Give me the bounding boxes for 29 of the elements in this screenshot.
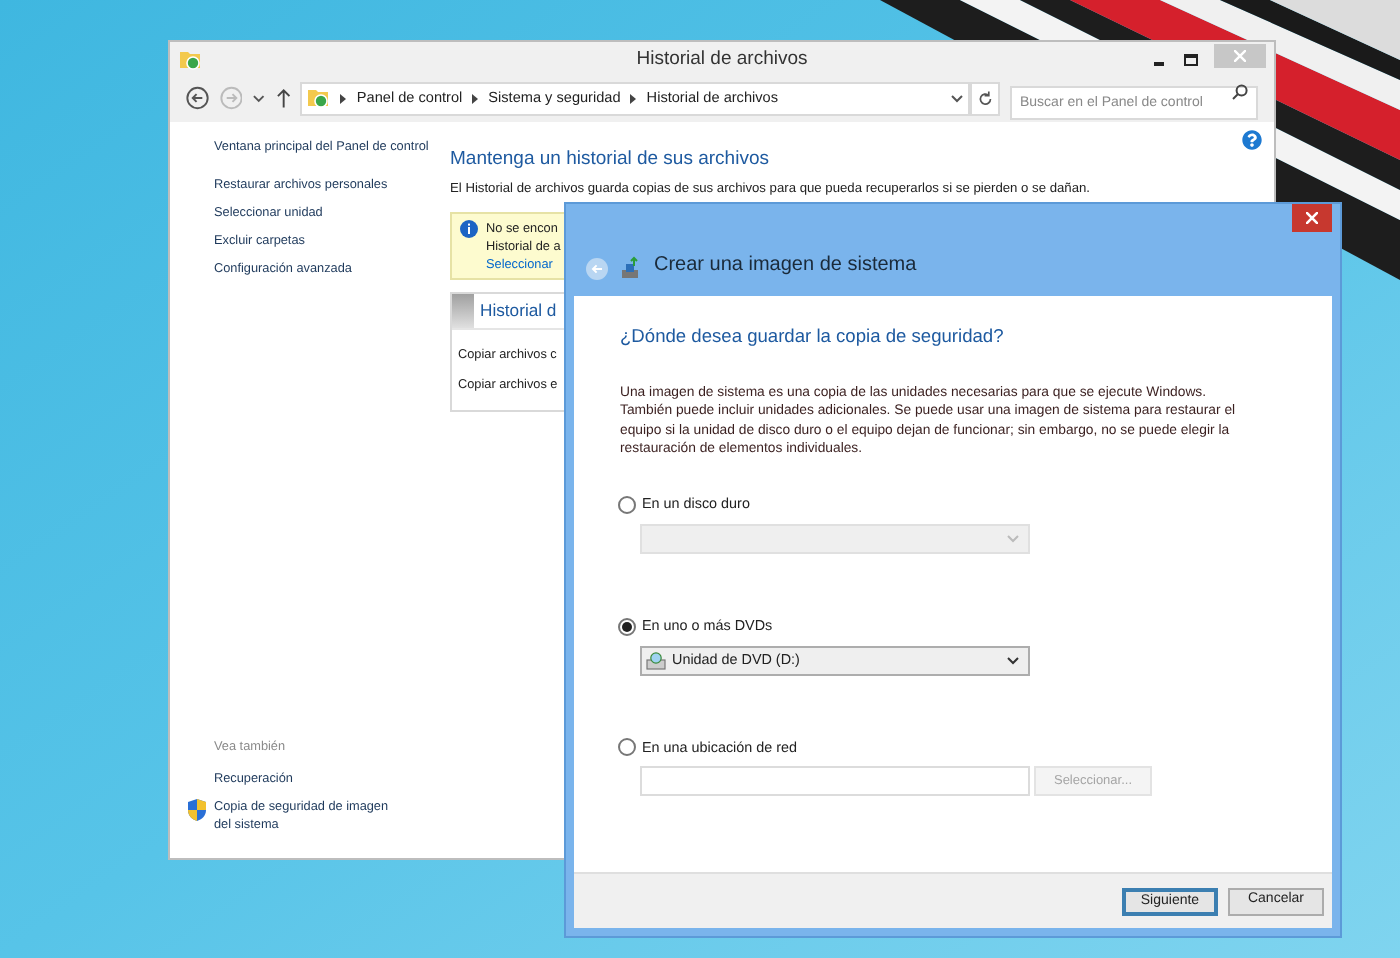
- dropdown-chevron-icon: [1006, 533, 1020, 544]
- dialog-title: Crear una imagen de sistema: [654, 252, 917, 280]
- breadcrumb-arrow-icon: [472, 93, 479, 103]
- dialog-heading: ¿Dónde desea guardar la copia de seguridad?: [620, 324, 1006, 350]
- recent-dropdown-icon: [252, 93, 266, 103]
- breadcrumb-arrow-icon: [630, 93, 637, 103]
- info-icon: [460, 220, 478, 239]
- radio-button[interactable]: [618, 617, 636, 636]
- close-button[interactable]: [1292, 204, 1332, 232]
- panel-header-icon: [452, 294, 474, 329]
- address-dropdown-icon: [949, 93, 964, 103]
- folder-history-icon: [306, 86, 331, 110]
- page-heading: Mantenga un historial de sus archivos: [450, 146, 769, 174]
- window-title: Historial de archivos: [636, 45, 808, 74]
- folder-history-icon: [178, 48, 202, 72]
- panel-title: Historial d: [480, 298, 557, 325]
- computer-backup-icon: [620, 256, 642, 280]
- help-icon[interactable]: [1242, 130, 1262, 150]
- dropdown-chevron-icon: [1006, 655, 1020, 666]
- network-path-field[interactable]: [640, 766, 1030, 797]
- breadcrumb-arrow-icon: [340, 93, 347, 103]
- refresh-icon[interactable]: [969, 81, 1000, 115]
- close-icon[interactable]: [1306, 212, 1318, 224]
- search-icon[interactable]: [1232, 83, 1248, 99]
- maximize-icon[interactable]: [1184, 54, 1198, 66]
- dvd-drive-icon: [646, 651, 666, 670]
- back-icon[interactable]: [186, 86, 210, 110]
- shield-icon: [186, 798, 208, 822]
- up-arrow-icon[interactable]: [275, 88, 291, 108]
